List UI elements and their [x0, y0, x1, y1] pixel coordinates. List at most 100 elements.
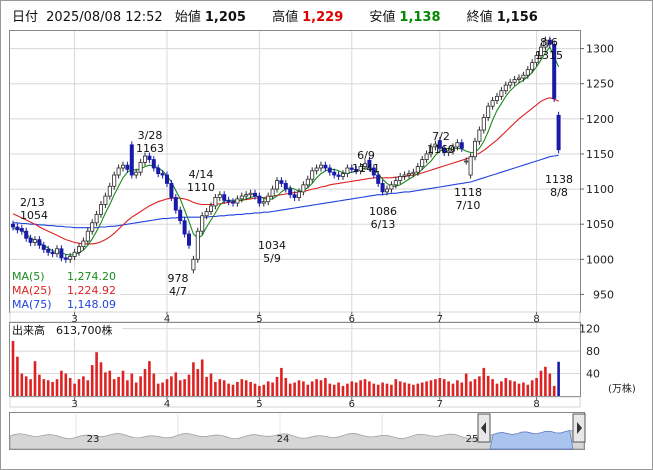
volume-bar	[192, 362, 195, 396]
volume-bar	[55, 379, 59, 396]
y-tick-label: 1050	[586, 218, 614, 231]
volume-axis: 40 80 120	[579, 323, 600, 381]
axis-strip	[9, 396, 581, 408]
volume-bar	[231, 384, 235, 396]
annotation-date: 3/28	[138, 129, 163, 142]
volume-bar	[130, 373, 134, 396]
volume-bar	[482, 367, 486, 396]
candle	[556, 111, 561, 154]
candle	[169, 179, 174, 202]
volume-bar	[126, 380, 129, 396]
volume-bar	[262, 384, 266, 396]
volume-bar	[249, 381, 252, 396]
volume-bar	[447, 381, 450, 396]
volume-bar	[46, 380, 50, 396]
volume-bar	[407, 383, 411, 396]
volume-bar	[24, 376, 28, 396]
volume-bar	[368, 381, 371, 396]
volume-bar	[218, 379, 222, 396]
price-axis: 950 1000 1050 1100 1150 1200 1250 1300	[580, 43, 614, 301]
volume-bar	[315, 379, 318, 396]
volume-bar	[196, 369, 200, 396]
annotation-value: 1110	[187, 181, 215, 194]
legend-ma5: MA(5)	[12, 270, 45, 283]
annotation-value: 1169	[427, 143, 455, 156]
volume-bar	[359, 380, 362, 396]
volume-tick-label: 40	[586, 368, 600, 381]
volume-bar	[253, 383, 257, 396]
volume-bar	[434, 379, 437, 396]
volume-bar	[16, 356, 19, 396]
volume-bar	[328, 383, 332, 396]
annotation-value: 1315	[535, 49, 563, 62]
range-navigator[interactable]: 23 24 25	[9, 412, 586, 450]
navigator-left-handle[interactable]	[477, 413, 491, 443]
volume-bar	[486, 375, 490, 396]
volume-bar	[504, 378, 508, 396]
annotation-date: 4/7	[169, 285, 187, 298]
annotation-value: 1141	[352, 162, 380, 175]
volume-bar	[363, 379, 367, 396]
annotation-value: 978	[168, 272, 189, 285]
volume-bar	[491, 379, 494, 396]
volume-bar	[337, 382, 340, 396]
volume-bar	[381, 382, 384, 396]
y-tick-label: 1100	[586, 183, 614, 196]
volume-bar	[403, 382, 406, 396]
annotation-date: 5/9	[263, 252, 281, 265]
annotation-date: 7/2	[432, 130, 450, 143]
volume-bar	[95, 352, 98, 396]
volume-bar	[117, 376, 120, 396]
volume-bar	[548, 373, 552, 396]
volume-bar	[535, 378, 538, 396]
volume-bar	[134, 382, 138, 396]
annotation-date: 8/8	[550, 186, 568, 199]
volume-bar	[517, 383, 521, 396]
volume-bar	[557, 361, 560, 396]
annotation-value: 1118	[454, 186, 482, 199]
volume-bar	[143, 369, 147, 396]
x-tick-label: 4	[164, 399, 170, 410]
annotation-date: 6/9	[357, 149, 375, 162]
volume-bar	[222, 380, 226, 396]
volume-bar	[500, 381, 503, 396]
volume-bar	[148, 361, 151, 396]
volume-bar	[398, 381, 402, 396]
volume-bar	[178, 380, 182, 396]
annotation-date: 4/14	[189, 168, 214, 181]
navigator-right-handle[interactable]	[572, 413, 586, 443]
x-tick-label: 3	[71, 399, 77, 410]
navigator-year-25: 25	[466, 434, 479, 445]
y-tick-label: 950	[593, 288, 614, 301]
volume-bar	[240, 379, 244, 396]
volume-bar	[346, 383, 349, 396]
annotation-date: 2/13	[20, 196, 45, 209]
volume-bar	[341, 385, 345, 396]
legend-ma25-value: 1,224.92	[67, 284, 116, 297]
volume-bar	[429, 380, 433, 396]
legend-ma75-value: 1,148.09	[67, 298, 116, 311]
volume-bar	[478, 376, 481, 396]
volume-bar	[152, 373, 156, 396]
volume-bar	[156, 383, 160, 396]
volume-bar	[20, 373, 24, 396]
volume-bar	[416, 383, 420, 396]
volume-bar	[385, 383, 389, 396]
x-tick-label: 6	[349, 399, 355, 410]
volume-value: 613,700株	[56, 323, 113, 337]
volume-bar	[165, 379, 169, 396]
volume-bar	[288, 383, 292, 396]
volume-bar	[51, 381, 54, 396]
volume-bar	[390, 384, 393, 396]
volume-bar	[183, 379, 186, 396]
navigator-selected-range[interactable]	[489, 430, 574, 450]
annotation-value: 1034	[258, 239, 286, 252]
volume-bar	[451, 383, 455, 396]
navigator-year-24: 24	[277, 434, 290, 445]
annotation-date: 6/13	[371, 218, 396, 231]
x-tick-label: 7	[437, 399, 443, 410]
volume-bar	[513, 381, 516, 396]
volume-bar	[495, 383, 499, 396]
volume-bar	[473, 379, 477, 396]
volume-bar	[354, 382, 358, 396]
